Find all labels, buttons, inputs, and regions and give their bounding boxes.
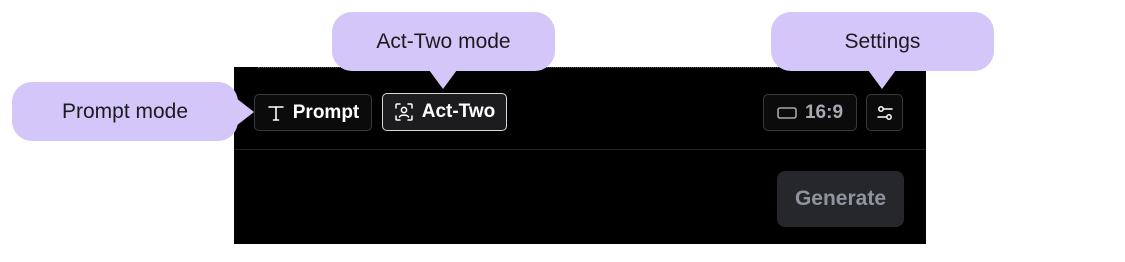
aspect-ratio-value: 16:9	[804, 101, 844, 123]
face-scan-icon	[394, 102, 414, 122]
prompt-mode-label: Prompt	[292, 101, 360, 123]
callout-act-two-mode: Act-Two mode	[332, 12, 555, 89]
act-two-mode-label: Act-Two	[421, 101, 496, 122]
callout-act-two-mode-text: Act-Two mode	[376, 29, 511, 53]
sliders-icon	[876, 104, 894, 122]
settings-button[interactable]	[866, 94, 903, 131]
callout-pointer	[236, 98, 254, 126]
act-two-mode-button[interactable]: Act-Two	[382, 93, 507, 131]
callout-settings-text: Settings	[844, 29, 921, 53]
callout-pointer	[868, 70, 896, 89]
toolbar-divider	[234, 149, 926, 150]
rectangle-icon	[777, 106, 797, 120]
callout-prompt-mode: Prompt mode	[12, 82, 254, 141]
generate-button[interactable]: Generate	[777, 171, 904, 227]
callout-pointer	[429, 70, 457, 89]
editor-panel: Prompt Act-Two 16:9 Generate	[234, 67, 926, 244]
text-t-icon	[267, 104, 285, 122]
prompt-mode-button[interactable]: Prompt	[254, 94, 372, 131]
generate-label: Generate	[794, 187, 887, 210]
aspect-ratio-button[interactable]: 16:9	[763, 94, 857, 131]
callout-settings: Settings	[771, 12, 994, 89]
callout-prompt-mode-text: Prompt mode	[61, 99, 189, 123]
